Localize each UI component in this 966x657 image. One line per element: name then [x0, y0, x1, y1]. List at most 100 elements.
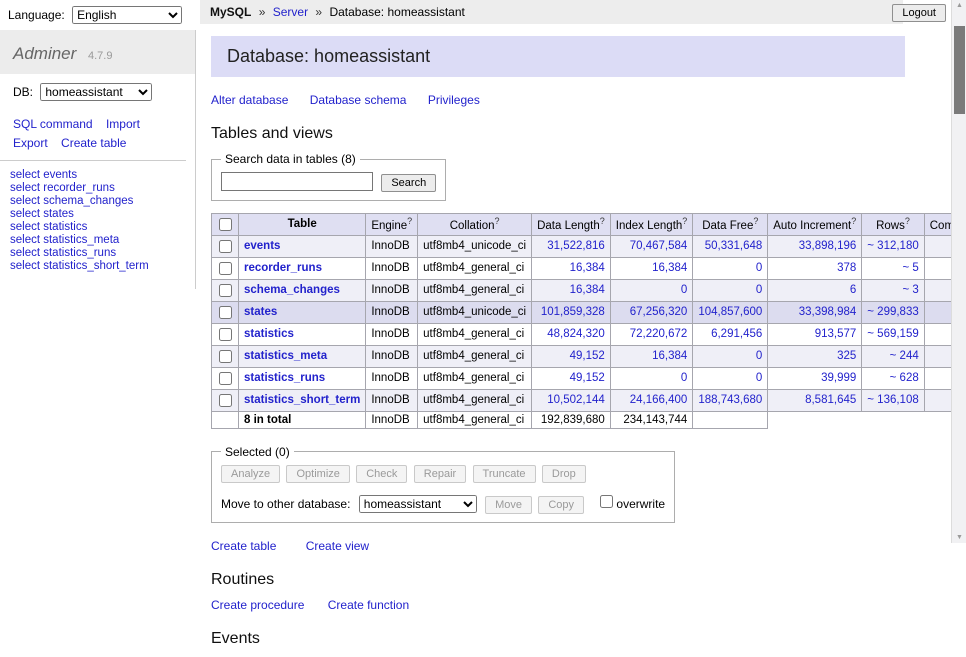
- data-length-link[interactable]: 48,824,320: [547, 328, 605, 340]
- create-view-link[interactable]: Create view: [306, 539, 369, 553]
- data-length-link[interactable]: 49,152: [570, 350, 605, 362]
- data-length-link[interactable]: 16,384: [570, 284, 605, 296]
- rows-count-link[interactable]: ~ 3: [902, 284, 918, 296]
- rows-count-link[interactable]: ~ 628: [890, 372, 919, 384]
- auto-increment-link[interactable]: 325: [837, 350, 856, 362]
- db-select[interactable]: homeassistant: [40, 83, 152, 101]
- table-link[interactable]: statistics_runs: [244, 372, 325, 384]
- sidebar-sql-command-link[interactable]: SQL command: [13, 117, 93, 131]
- auto-increment-link[interactable]: 378: [837, 262, 856, 274]
- auto-increment-link[interactable]: 6: [850, 284, 856, 296]
- create-table-link[interactable]: Create table: [211, 539, 276, 553]
- data-length-link[interactable]: 101,859,328: [541, 306, 605, 318]
- data-free-link[interactable]: 0: [756, 372, 762, 384]
- search-button[interactable]: Search: [381, 174, 436, 192]
- sidebar-item-select-statistics-meta[interactable]: select statistics_meta: [10, 234, 185, 247]
- row-checkbox[interactable]: [219, 262, 232, 275]
- auto-increment-link[interactable]: 8,581,645: [805, 394, 856, 406]
- rows-count-link[interactable]: ~ 569,159: [867, 328, 918, 340]
- index-length-link[interactable]: 72,220,672: [630, 328, 688, 340]
- table-link[interactable]: schema_changes: [244, 284, 340, 296]
- sidebar-item-select-states[interactable]: select states: [10, 208, 185, 221]
- index-length-link[interactable]: 70,467,584: [630, 240, 688, 252]
- sidebar-item-select-statistics[interactable]: select statistics: [10, 221, 185, 234]
- database-schema-link[interactable]: Database schema: [310, 93, 407, 107]
- overwrite-checkbox[interactable]: [600, 495, 613, 508]
- auto-increment-link[interactable]: 33,398,984: [799, 306, 857, 318]
- vertical-scrollbar[interactable]: ▲ ▼: [951, 0, 966, 543]
- row-checkbox[interactable]: [219, 394, 232, 407]
- check-button[interactable]: Check: [356, 465, 407, 483]
- index-length-link[interactable]: 0: [681, 372, 687, 384]
- data-free-link[interactable]: 188,743,680: [698, 394, 762, 406]
- data-length-link[interactable]: 49,152: [570, 372, 605, 384]
- sidebar-item-select-statistics-short-term[interactable]: select statistics_short_term: [10, 260, 185, 273]
- row-checkbox[interactable]: [219, 240, 232, 253]
- table-link[interactable]: recorder_runs: [244, 262, 322, 274]
- rows-count-link[interactable]: ~ 136,108: [867, 394, 918, 406]
- scrollbar-thumb[interactable]: [954, 26, 965, 114]
- data-length-link[interactable]: 31,522,816: [547, 240, 605, 252]
- language-select[interactable]: English: [72, 6, 182, 24]
- sidebar-item-select-statistics-runs[interactable]: select statistics_runs: [10, 247, 185, 260]
- table-link[interactable]: statistics: [244, 328, 294, 340]
- data-length-link[interactable]: 10,502,144: [547, 394, 605, 406]
- move-button[interactable]: Move: [485, 496, 532, 514]
- optimize-button[interactable]: Optimize: [286, 465, 349, 483]
- help-icon[interactable]: ?: [407, 216, 412, 226]
- sidebar-create-table-link[interactable]: Create table: [61, 136, 126, 150]
- auto-increment-link[interactable]: 33,898,196: [799, 240, 857, 252]
- index-length-link[interactable]: 24,166,400: [630, 394, 688, 406]
- select-all-checkbox[interactable]: [219, 218, 232, 231]
- repair-button[interactable]: Repair: [414, 465, 466, 483]
- sidebar-item-select-schema-changes[interactable]: select schema_changes: [10, 195, 185, 208]
- sidebar-item-select-events[interactable]: select events: [10, 169, 185, 182]
- copy-button[interactable]: Copy: [538, 496, 584, 514]
- index-length-link[interactable]: 16,384: [652, 262, 687, 274]
- sidebar-import-link[interactable]: Import: [106, 117, 140, 131]
- help-icon[interactable]: ?: [753, 216, 758, 226]
- help-icon[interactable]: ?: [851, 216, 856, 226]
- rows-count-link[interactable]: ~ 299,833: [867, 306, 918, 318]
- move-database-select[interactable]: homeassistant: [359, 495, 477, 513]
- search-input[interactable]: [221, 172, 373, 191]
- scroll-up-icon[interactable]: ▲: [952, 2, 966, 9]
- data-free-link[interactable]: 6,291,456: [711, 328, 762, 340]
- row-checkbox[interactable]: [219, 328, 232, 341]
- breadcrumb-mysql-link[interactable]: MySQL: [210, 5, 251, 19]
- table-link[interactable]: statistics_short_term: [244, 394, 360, 406]
- logout-button[interactable]: Logout: [892, 4, 946, 22]
- index-length-link[interactable]: 0: [681, 284, 687, 296]
- table-link[interactable]: states: [244, 306, 277, 318]
- data-free-link[interactable]: 0: [756, 262, 762, 274]
- table-link[interactable]: statistics_meta: [244, 350, 327, 362]
- row-checkbox[interactable]: [219, 306, 232, 319]
- row-checkbox[interactable]: [219, 372, 232, 385]
- create-function-link[interactable]: Create function: [328, 598, 409, 612]
- scroll-down-icon[interactable]: ▼: [952, 534, 966, 541]
- table-link[interactable]: events: [244, 240, 280, 252]
- breadcrumb-server-link[interactable]: Server: [273, 5, 308, 19]
- index-length-link[interactable]: 16,384: [652, 350, 687, 362]
- row-checkbox[interactable]: [219, 284, 232, 297]
- data-length-link[interactable]: 16,384: [570, 262, 605, 274]
- sidebar-item-select-recorder-runs[interactable]: select recorder_runs: [10, 182, 185, 195]
- alter-database-link[interactable]: Alter database: [211, 93, 288, 107]
- truncate-button[interactable]: Truncate: [473, 465, 536, 483]
- data-free-link[interactable]: 50,331,648: [705, 240, 763, 252]
- auto-increment-link[interactable]: 913,577: [815, 328, 857, 340]
- row-checkbox[interactable]: [219, 350, 232, 363]
- help-icon[interactable]: ?: [905, 216, 910, 226]
- help-icon[interactable]: ?: [682, 216, 687, 226]
- data-free-link[interactable]: 0: [756, 284, 762, 296]
- rows-count-link[interactable]: ~ 244: [890, 350, 919, 362]
- data-free-link[interactable]: 0: [756, 350, 762, 362]
- sidebar-export-link[interactable]: Export: [13, 136, 48, 150]
- index-length-link[interactable]: 67,256,320: [630, 306, 688, 318]
- rows-count-link[interactable]: ~ 5: [902, 262, 918, 274]
- help-icon[interactable]: ?: [494, 216, 499, 226]
- data-free-link[interactable]: 104,857,600: [698, 306, 762, 318]
- analyze-button[interactable]: Analyze: [221, 465, 280, 483]
- privileges-link[interactable]: Privileges: [428, 93, 480, 107]
- help-icon[interactable]: ?: [600, 216, 605, 226]
